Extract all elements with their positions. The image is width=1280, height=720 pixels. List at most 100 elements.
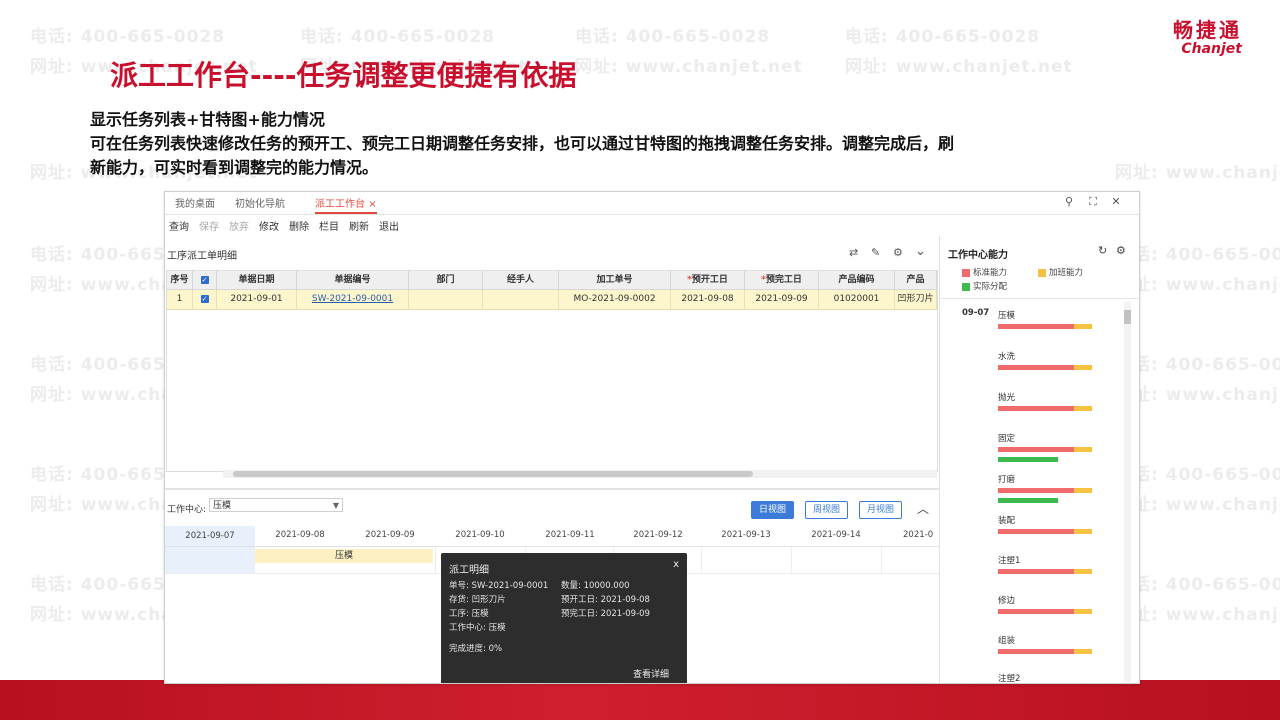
view-detail-link[interactable]: 查看详细 <box>633 667 669 680</box>
actual-allocation-bar <box>998 457 1058 462</box>
gantt-task-bar[interactable]: 压模 <box>255 549 433 563</box>
tab-init-nav[interactable]: 初始化导航 <box>235 195 285 210</box>
tab-my-desktop[interactable]: 我的桌面 <box>175 195 215 210</box>
cell-finish-date[interactable]: 2021-09-09 <box>745 290 819 309</box>
cell-doc-no-link[interactable]: SW-2021-09-0001 <box>297 290 409 309</box>
gantt-row-header <box>165 547 255 573</box>
month-view-button[interactable]: 月视图 <box>859 501 903 519</box>
work-center-label: 工作中心: <box>167 505 207 515</box>
cell-checkbox[interactable]: ✓ <box>193 290 217 309</box>
save-button[interactable]: 保存 <box>199 218 219 233</box>
col-handler[interactable]: 经手人 <box>483 271 559 289</box>
search-icon[interactable]: ⚲ <box>1061 195 1077 208</box>
col-seq[interactable]: 序号 <box>167 271 193 289</box>
week-view-button[interactable]: 周视图 <box>805 501 849 519</box>
overtime-capacity-bar <box>1074 609 1092 614</box>
tab-bar: 我的桌面 初始化导航 派工工作台 × ⚲ ⛶ ✕ <box>165 192 1139 215</box>
gantt-cell <box>701 547 792 573</box>
overtime-capacity-bar <box>1074 488 1092 493</box>
watermark-phone: 电话: 400-665-0028 <box>845 27 1041 47</box>
edit-icon[interactable]: ✎ <box>871 246 880 259</box>
chanjet-logo: 畅捷通 Chanjet <box>1146 14 1242 57</box>
grid-header: 序号 ✓ 单据日期 单据编号 部门 经手人 加工单号 *预开工日 *预完工日 产… <box>167 271 937 290</box>
col-doc-no[interactable]: 单据编号 <box>297 271 409 289</box>
close-icon[interactable]: ✕ <box>1108 195 1124 208</box>
gantt-date: 2021-09-10 <box>455 530 505 540</box>
overtime-capacity-bar <box>1074 365 1092 370</box>
watermark-phone: 电话: 400-665-0028 <box>30 27 226 47</box>
process-label: 修边 <box>998 596 1016 606</box>
day-view-button[interactable]: 日视图 <box>751 501 795 519</box>
watermark-site: 网址: www.chanjet.net <box>845 57 1073 77</box>
horizontal-scrollbar[interactable] <box>223 470 937 478</box>
col-product[interactable]: 产品 <box>895 271 937 289</box>
splitter[interactable] <box>165 488 939 490</box>
popup-qty: 数量: 10000.000 <box>561 581 630 591</box>
checkbox-icon[interactable]: ✓ <box>200 275 209 284</box>
tab-close-icon[interactable]: × <box>368 199 376 210</box>
settings-icon[interactable]: ⚙ <box>893 246 903 259</box>
filter-icon[interactable]: ⇄ <box>849 246 858 259</box>
watermark-phone: 电话: 400-665-0028 <box>300 27 496 47</box>
col-start-label: 预开工日 <box>691 275 728 285</box>
work-center-select[interactable]: 压模 ▼ <box>209 498 343 512</box>
app-window: 我的桌面 初始化导航 派工工作台 × ⚲ ⛶ ✕ 查询 保存 放弃 修改 删除 … <box>164 191 1140 684</box>
cell-doc-date: 2021-09-01 <box>217 290 297 309</box>
gantt-date: 2021-09-11 <box>545 530 595 540</box>
process-label: 注塑1 <box>998 556 1021 566</box>
col-product-code[interactable]: 产品编码 <box>819 271 895 289</box>
maximize-icon[interactable]: ⛶ <box>1085 195 1101 209</box>
process-label: 水洗 <box>998 352 1016 362</box>
exit-button[interactable]: 退出 <box>379 218 399 233</box>
columns-button[interactable]: 栏目 <box>319 218 339 233</box>
popup-process: 工序: 压模 <box>449 609 489 619</box>
capacity-date: 09-07 <box>962 308 990 318</box>
chevron-up-icon[interactable]: ︿ <box>917 500 929 517</box>
close-icon[interactable]: x <box>673 559 679 570</box>
table-row[interactable]: 1 ✓ 2021-09-01 SW-2021-09-0001 MO-2021-0… <box>167 290 937 310</box>
abandon-button[interactable]: 放弃 <box>229 218 249 233</box>
col-start-date[interactable]: *预开工日 <box>671 271 745 289</box>
col-select-all[interactable]: ✓ <box>193 271 217 289</box>
process-label: 压模 <box>998 311 1016 321</box>
process-label: 抛光 <box>998 393 1016 403</box>
col-finish-date[interactable]: *预完工日 <box>745 271 819 289</box>
refresh-button[interactable]: 刷新 <box>349 218 369 233</box>
standard-capacity-bar <box>998 365 1074 370</box>
standard-capacity-bar <box>998 324 1074 329</box>
overtime-capacity-bar <box>1074 324 1092 329</box>
standard-capacity-bar <box>998 406 1074 411</box>
chevron-down-icon[interactable]: ⌄ <box>915 244 926 259</box>
desc-line-2: 可在任务列表快速修改任务的预开工、预完工日期调整任务安排，也可以通过甘特图的拖拽… <box>90 134 955 153</box>
gear-icon[interactable]: ⚙ <box>1116 244 1126 257</box>
popup-finish: 预完工日: 2021-09-09 <box>561 609 650 619</box>
modify-button[interactable]: 修改 <box>259 218 279 233</box>
checkbox-icon[interactable]: ✓ <box>200 294 209 303</box>
legend-label: 标准能力 <box>973 268 1008 278</box>
popup-stock: 存货: 凹形刀片 <box>449 595 506 605</box>
delete-button[interactable]: 删除 <box>289 218 309 233</box>
popup-doc-no: 单号: SW-2021-09-0001 <box>449 581 549 591</box>
col-doc-date[interactable]: 单据日期 <box>217 271 297 289</box>
vertical-scrollbar[interactable] <box>1124 302 1131 682</box>
process-label: 固定 <box>998 434 1016 444</box>
refresh-icon[interactable]: ↻ <box>1098 244 1107 257</box>
overtime-capacity-bar <box>1074 569 1092 574</box>
popup-title: 派工明细 <box>449 565 489 576</box>
query-button[interactable]: 查询 <box>169 218 189 233</box>
slide-description: 显示任务列表+甘特图+能力情况 可在任务列表快速修改任务的预开工、预完工日期调整… <box>90 108 1250 180</box>
col-dept[interactable]: 部门 <box>409 271 483 289</box>
scrollbar-thumb[interactable] <box>1124 310 1131 324</box>
process-label: 组装 <box>998 636 1016 646</box>
gantt-date: 2021-0 <box>903 530 934 540</box>
tab-label: 派工工作台 <box>315 199 365 210</box>
popup-start: 预开工日: 2021-09-08 <box>561 595 650 605</box>
col-mo-no[interactable]: 加工单号 <box>559 271 671 289</box>
legend-swatch <box>962 282 970 291</box>
cell-start-date[interactable]: 2021-09-08 <box>671 290 745 309</box>
scrollbar-thumb[interactable] <box>233 471 753 477</box>
desc-line-1: 显示任务列表+甘特图+能力情况 <box>90 110 325 129</box>
standard-capacity-bar <box>998 609 1074 614</box>
popup-progress: 完成进度: 0% <box>449 644 503 654</box>
tab-dispatch-workbench[interactable]: 派工工作台 × <box>315 195 377 214</box>
